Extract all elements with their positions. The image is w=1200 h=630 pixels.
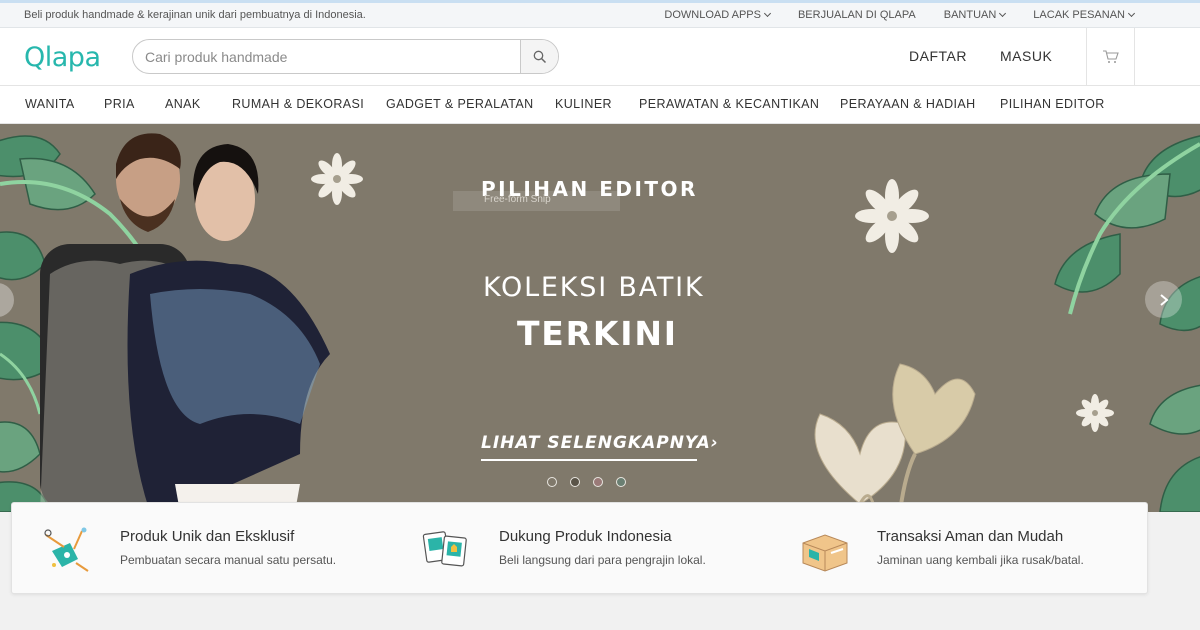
chevron-down-icon	[999, 9, 1007, 18]
search-box	[132, 39, 559, 74]
header: Qlapa DAFTAR MASUK	[0, 28, 1200, 86]
category-pria[interactable]: PRIA	[104, 97, 135, 111]
feature-title: Dukung Produk Indonesia	[499, 528, 672, 545]
daftar-link[interactable]: DAFTAR	[909, 48, 967, 64]
category-anak[interactable]: ANAK	[165, 97, 201, 111]
category-kuliner[interactable]: KULINER	[555, 97, 612, 111]
search-icon	[533, 50, 546, 63]
feature-desc: Beli langsung dari para pengrajin lokal.	[499, 553, 706, 567]
local-products-icon	[422, 531, 467, 567]
category-perawatan-kecantikan[interactable]: PERAWATAN & KECANTIKAN	[639, 97, 819, 111]
search-input[interactable]	[133, 40, 521, 73]
carousel-dot-2[interactable]	[570, 477, 580, 487]
see-more-link[interactable]: LIHAT SELENGKAPNYA›	[481, 433, 718, 461]
chevron-right-icon: ›	[710, 433, 719, 453]
top-links: DOWNLOAD APPS BERJUALAN DI QLAPA BANTUAN…	[664, 9, 1136, 21]
leaf-pattern-right	[1054, 135, 1200, 512]
feature-item: Transaksi Aman dan Mudah Jaminan uang ke…	[799, 503, 1129, 595]
chevron-down-icon	[763, 9, 771, 18]
feature-item: Produk Unik dan Eksklusif Pembuatan seca…	[42, 503, 402, 595]
carousel-dot-3[interactable]	[593, 477, 603, 487]
category-nav: WANITA PRIA ANAK RUMAH & DEKORASI GADGET…	[0, 86, 1200, 124]
lacak-pesanan-label: LACAK PESANAN	[1033, 9, 1125, 21]
flower-small-3	[1076, 394, 1114, 432]
flower-small-1	[311, 153, 363, 205]
craft-tools-icon	[44, 527, 89, 572]
flower-large	[814, 363, 976, 512]
feature-title: Transaksi Aman dan Mudah	[877, 528, 1064, 545]
berjualan-link[interactable]: BERJUALAN DI QLAPA	[798, 9, 916, 21]
qlapa-logo[interactable]: Qlapa	[24, 42, 101, 73]
bantuan-link[interactable]: BANTUAN	[943, 9, 1007, 21]
feature-strip: Produk Unik dan Eksklusif Pembuatan seca…	[11, 502, 1148, 594]
chevron-down-icon	[1127, 9, 1136, 18]
category-gadget-peralatan[interactable]: GADGET & PERALATAN	[386, 97, 534, 111]
category-pilihan-editor[interactable]: PILIHAN EDITOR	[1000, 97, 1105, 111]
lacak-pesanan-link[interactable]: LACAK PESANAN	[1033, 9, 1136, 21]
cart-icon	[1102, 49, 1119, 63]
category-wanita[interactable]: WANITA	[25, 97, 75, 111]
package-icon	[802, 534, 848, 572]
top-bar: Beli produk handmade & kerajinan unik da…	[0, 0, 1200, 28]
category-perayaan-hadiah[interactable]: PERAYAAN & HADIAH	[840, 97, 976, 111]
feature-title: Produk Unik dan Eksklusif	[120, 528, 295, 545]
download-apps-link[interactable]: DOWNLOAD APPS	[664, 9, 771, 21]
flower-small-2	[855, 179, 929, 253]
carousel-next-button[interactable]	[1145, 281, 1182, 318]
carousel-dots	[547, 477, 626, 487]
tagline: Beli produk handmade & kerajinan unik da…	[24, 9, 366, 21]
download-apps-label: DOWNLOAD APPS	[664, 9, 761, 21]
bantuan-label: BANTUAN	[943, 9, 997, 21]
feature-desc: Jaminan uang kembali jika rusak/batal.	[877, 553, 1084, 567]
carousel-dot-4[interactable]	[616, 477, 626, 487]
category-rumah-dekorasi[interactable]: RUMAH & DEKORASI	[232, 97, 364, 111]
banner-title-line2: TERKINI	[517, 314, 678, 353]
see-more-label: LIHAT SELENGKAPNYA	[481, 433, 711, 453]
feature-item: Dukung Produk Indonesia Beli langsung da…	[421, 503, 781, 595]
snip-tooltip: Free-form Snip	[453, 191, 620, 211]
hero-banner[interactable]: PILIHAN EDITOR Free-form Snip KOLEKSI BA…	[0, 124, 1200, 512]
masuk-link[interactable]: MASUK	[1000, 48, 1052, 64]
cart-button[interactable]	[1086, 28, 1135, 85]
carousel-dot-1[interactable]	[547, 477, 557, 487]
chevron-right-icon	[1159, 293, 1169, 306]
search-button[interactable]	[520, 40, 558, 73]
banner-title-line1: KOLEKSI BATIK	[483, 272, 705, 303]
feature-desc: Pembuatan secara manual satu persatu.	[120, 553, 337, 567]
